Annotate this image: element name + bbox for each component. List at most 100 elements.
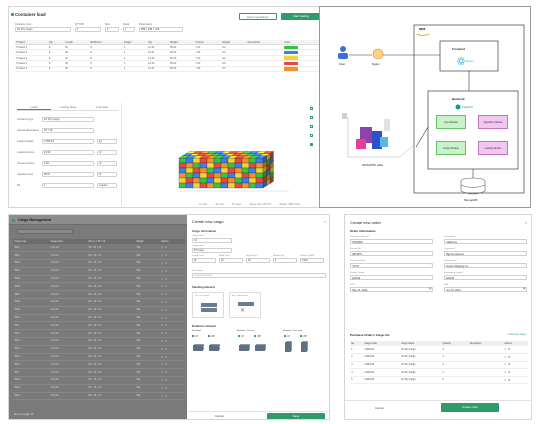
table-row[interactable]: 5010 X-34.3d 45 × 15 × 15 500 ✎ ✖	[13, 314, 185, 323]
edit-icon[interactable]: ✎	[161, 325, 163, 327]
create-order-button[interactable]: Create order	[441, 403, 499, 412]
edit-icon[interactable]: ✎	[161, 380, 163, 382]
rotate-icon[interactable]	[310, 107, 313, 110]
reset-view-icon[interactable]	[310, 134, 313, 137]
field-input[interactable]: Jun 15, 2024	[444, 286, 527, 293]
rotation-checkbox[interactable]: LP	[284, 335, 290, 338]
delete-icon[interactable]: ✖	[165, 396, 167, 398]
delete-icon[interactable]: ✖	[165, 302, 167, 304]
dimension-input[interactable]: 20	[246, 258, 270, 263]
summary-value[interactable]: 3,455.43	[42, 139, 94, 144]
delete-icon[interactable]: ✖	[165, 364, 167, 366]
rotation-checkbox[interactable]: WP	[254, 335, 261, 338]
delete-icon[interactable]: ✖	[165, 318, 167, 320]
delete-icon[interactable]: ✖	[165, 341, 167, 343]
close-icon[interactable]: ×	[324, 219, 326, 224]
summary-value[interactable]: 3.84	[42, 161, 94, 166]
color-swatch[interactable]	[284, 61, 299, 66]
delete-icon[interactable]: ✖	[165, 286, 167, 288]
field-input[interactable]: PO13820	[350, 238, 433, 245]
field-input[interactable]: EVN30	[350, 274, 433, 281]
chevron-down-icon[interactable]: ⌄	[429, 263, 431, 266]
edit-icon[interactable]: ✎	[161, 333, 163, 335]
table-row[interactable]: 5020 X-34.3d 45 × 15 × 15 500 ✎ ✖	[13, 392, 185, 401]
tab-load-data[interactable]: Load data	[85, 105, 119, 110]
table-row[interactable]: 5002 X-34.3d 45 × 15 × 15 500 ✎ ✖	[13, 251, 185, 261]
stack-yes-option[interactable]: Yes, can stack	[192, 292, 224, 318]
delete-icon[interactable]: ✖	[165, 357, 167, 359]
delete-icon[interactable]: ✖	[165, 271, 167, 273]
summary-value[interactable]: 1	[42, 183, 94, 188]
table-row[interactable]: 5007 X-34.3d 45 × 15 × 15 500 ✎ ✖	[13, 290, 185, 300]
field-input[interactable]: EVN30	[444, 274, 527, 281]
table-row[interactable]: 5001 X-34.3d 45 × 15 × 15 500 ✎ ✖	[13, 244, 185, 253]
filter-input[interactable]: 1	[75, 27, 101, 32]
edit-icon[interactable]: ✎	[161, 279, 163, 281]
table-row[interactable]: 5017 X-34.3d 45 × 15 × 15 500 ✎ ✖	[13, 368, 185, 378]
field-input[interactable]: California	[444, 238, 527, 245]
edit-icon[interactable]: ✎	[504, 380, 506, 382]
field-input[interactable]: Ocean Shipping Co.	[444, 262, 527, 269]
rotation-checkbox[interactable]: WP	[300, 335, 307, 338]
delete-icon[interactable]: ✖	[165, 310, 167, 312]
table-row[interactable]: 5012 X-34.3d 45 × 15 × 15 500 ✎ ✖	[13, 329, 185, 339]
edit-icon[interactable]: ✎	[161, 396, 163, 398]
color-swatch[interactable]	[284, 45, 299, 49]
tab-loads[interactable]: Loads	[17, 105, 51, 110]
delete-icon[interactable]: ✖	[165, 333, 167, 335]
zoom-out-icon[interactable]	[310, 125, 313, 128]
edit-icon[interactable]: ✎	[161, 247, 163, 249]
table-row[interactable]: Product 5 8 30 8 1 12.34 50.00 7.00 9.0	[15, 66, 323, 73]
rotation-checkbox[interactable]: LP	[192, 335, 198, 338]
search-input[interactable]	[17, 229, 73, 234]
delete-icon[interactable]: ✖	[165, 255, 167, 257]
filter-input[interactable]: 589 × 235 × 239	[139, 27, 183, 32]
chevron-down-icon[interactable]: ⌄	[523, 263, 525, 266]
table-row[interactable]: 5016 X-34.3d 45 × 15 × 15 500 ✎ ✖	[13, 360, 185, 370]
description-input[interactable]: Cargo description	[192, 273, 326, 278]
edit-icon[interactable]: ✎	[161, 263, 163, 265]
delete-icon[interactable]: ✖	[508, 357, 510, 359]
fullscreen-icon[interactable]	[310, 143, 313, 146]
table-row[interactable]: 5004 X-34.3d 45 × 15 × 15 500 ✎ ✖	[13, 267, 185, 276]
table-row[interactable]: 5018 X-34.3d 45 × 15 × 15 500 ✎ ✖	[13, 376, 185, 385]
cargo-name-input[interactable]: BT Cargo	[192, 248, 232, 253]
delete-icon[interactable]: ✖	[165, 349, 167, 351]
edit-icon[interactable]: ✎	[161, 357, 163, 359]
summary-value[interactable]: 35 × 36	[42, 128, 94, 133]
delete-icon[interactable]: ✖	[165, 279, 167, 281]
edit-icon[interactable]: ✎	[504, 357, 506, 359]
edit-icon[interactable]: ✎	[161, 388, 163, 390]
table-row[interactable]: 5003 X-34.3d 45 × 15 × 15 500 ✎ ✖	[13, 259, 185, 268]
edit-icon[interactable]: ✎	[161, 271, 163, 273]
table-row[interactable]: 1 CARGO1 20' Dry Cargo 3 ✎ ✖	[350, 346, 528, 355]
delete-icon[interactable]: ✖	[165, 380, 167, 382]
stack-no-option[interactable]: No, cannot stack ✕	[229, 292, 261, 318]
table-row[interactable]: 3 CARGO3 20' Dry Cargo 3 ✎ ✖	[350, 361, 528, 370]
start-loading-button[interactable]: Start loading	[281, 13, 321, 20]
field-input[interactable]: 9847837	[350, 250, 433, 257]
table-row[interactable]: 5011 X-34.3d 45 × 15 × 15 500 ✎ ✖	[13, 321, 185, 331]
edit-icon[interactable]: ✎	[161, 349, 163, 351]
save-button[interactable]: Save	[267, 413, 325, 419]
delete-icon[interactable]: ✖	[165, 372, 167, 374]
field-input[interactable]: Big Next Events	[444, 250, 527, 257]
delete-icon[interactable]: ✖	[165, 294, 167, 296]
delete-icon[interactable]: ✖	[508, 380, 510, 382]
edit-icon[interactable]: ✎	[161, 294, 163, 296]
edit-icon[interactable]: ✎	[504, 364, 506, 366]
edit-icon[interactable]: ✎	[161, 372, 163, 374]
table-row[interactable]: 5015 X-34.3d 45 × 15 × 15 500 ✎ ✖	[13, 353, 185, 362]
chevron-down-icon[interactable]: ⌄	[429, 275, 431, 278]
delete-icon[interactable]: ✖	[508, 349, 510, 351]
delete-icon[interactable]: ✖	[508, 372, 510, 374]
edit-icon[interactable]: ✎	[161, 302, 163, 304]
filter-input[interactable]: 20' Dry Cargo	[15, 27, 71, 32]
export-guidelines-button[interactable]: Export guidelines	[239, 13, 277, 20]
table-row[interactable]: 5 CARGO5 20' Dry Cargo 5 ✎ ✖	[350, 376, 528, 385]
zoom-in-icon[interactable]	[310, 116, 313, 119]
table-row[interactable]: 5005 X-34.3d 45 × 15 × 15 500 ✎ ✖	[13, 275, 185, 284]
table-row[interactable]: 5009 X-34.3d 45 × 15 × 15 500 ✎ ✖	[13, 306, 185, 315]
summary-value[interactable]: 24.96	[42, 150, 94, 155]
delete-icon[interactable]: ✖	[165, 325, 167, 327]
